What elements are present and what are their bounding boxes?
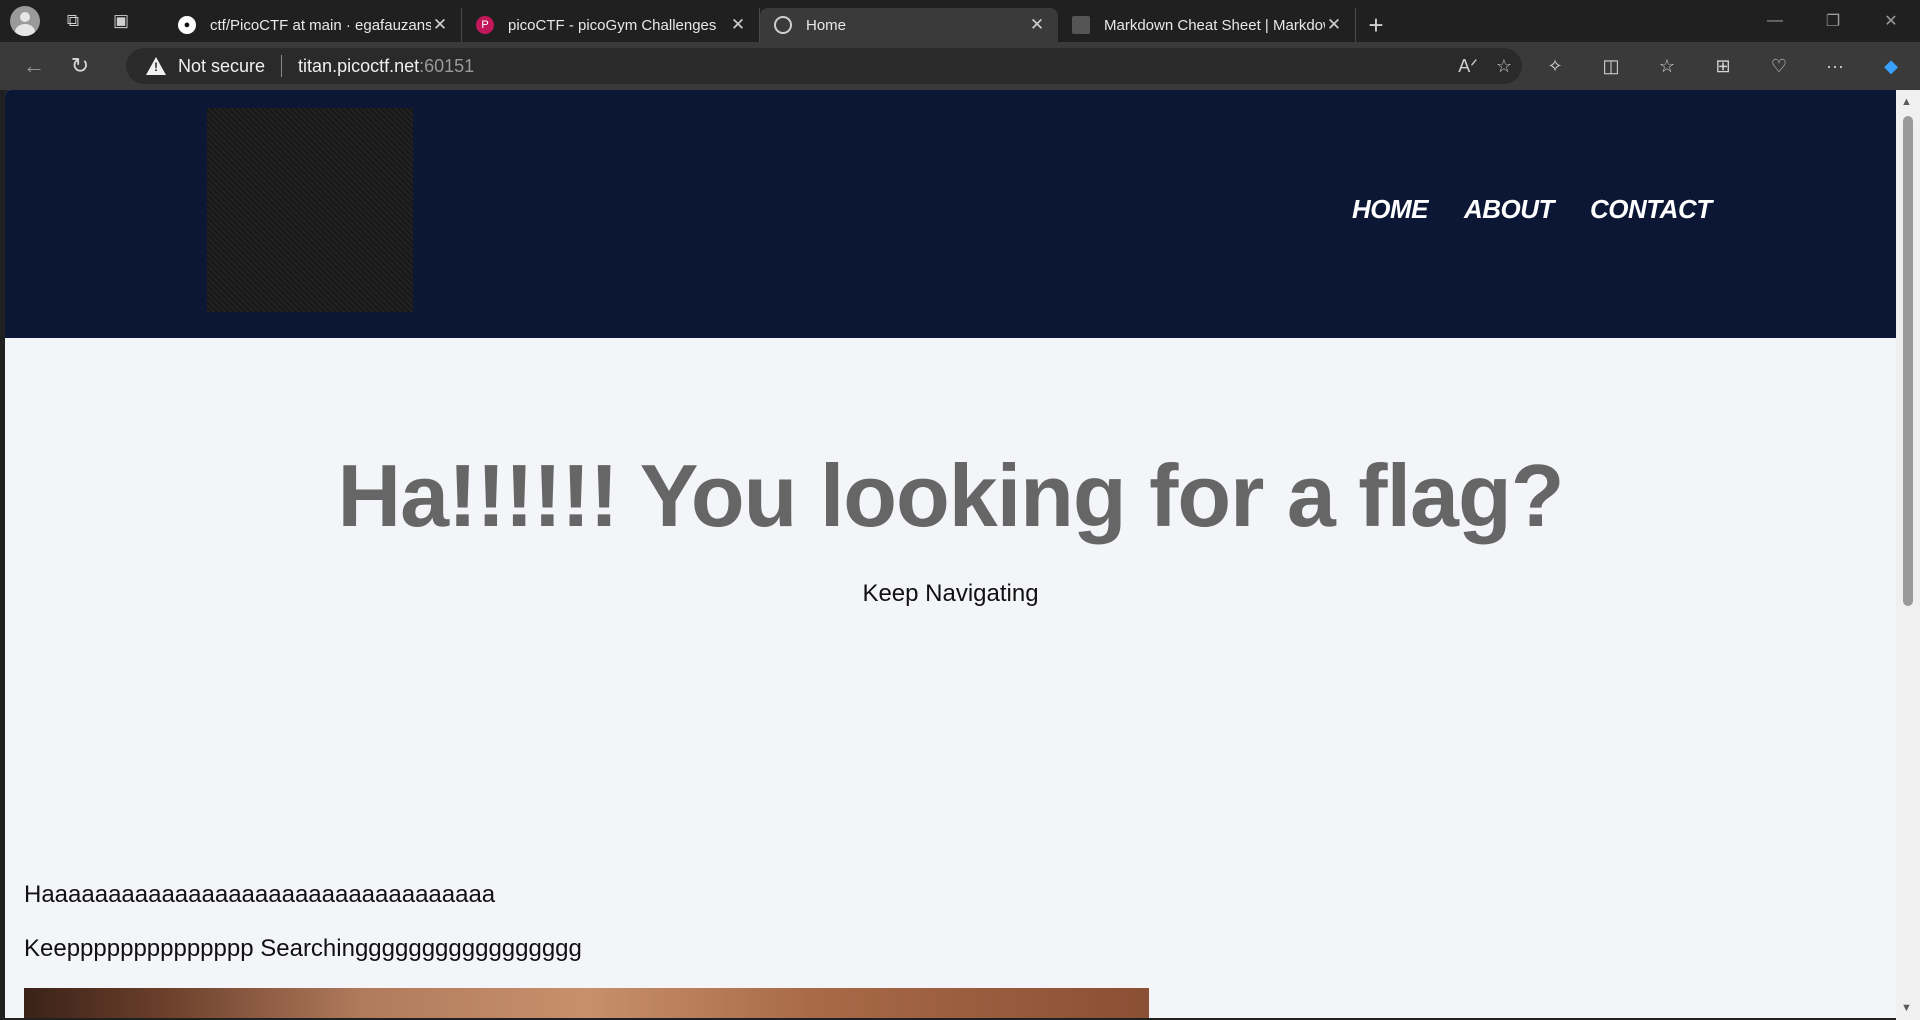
github-icon: ●: [178, 16, 196, 34]
refresh-icon[interactable]: ↻: [60, 46, 100, 86]
tab-title: Home: [806, 16, 847, 34]
tab-title: picoCTF - picoGym Challenges: [508, 16, 717, 34]
markdown-icon: [1072, 16, 1090, 34]
extensions-icon[interactable]: ✧: [1534, 45, 1576, 87]
url-host: titan.picoctf.net: [298, 55, 420, 76]
minimize-icon[interactable]: —: [1746, 0, 1804, 42]
read-aloud-icon[interactable]: Aᐟ: [1458, 56, 1478, 77]
copilot-icon[interactable]: ◆: [1870, 45, 1912, 87]
nav-about-link[interactable]: ABOUT: [1464, 194, 1554, 225]
tab-strip-left: ⧉ ▣: [0, 0, 164, 42]
page-viewport: HOME ABOUT CONTACT Ha!!!!!! You looking …: [5, 90, 1896, 1018]
site-nav: HOME ABOUT CONTACT: [1352, 194, 1712, 225]
back-arrow-icon[interactable]: ←: [14, 46, 54, 86]
hero-subtitle: Keep Navigating: [862, 580, 1039, 607]
close-window-icon[interactable]: ✕: [1862, 0, 1920, 42]
address-bar-actions: Aᐟ ☆: [1458, 48, 1512, 84]
vertical-scrollbar[interactable]: ▲ ▼: [1896, 90, 1920, 1020]
favorite-star-icon[interactable]: ☆: [1496, 56, 1512, 77]
new-tab-button[interactable]: +: [1356, 8, 1396, 42]
window-controls: — ❐ ✕: [1746, 0, 1920, 42]
favorites-icon[interactable]: ☆: [1646, 45, 1688, 87]
scroll-up-icon[interactable]: ▲: [1901, 96, 1912, 108]
tab-markdown[interactable]: Markdown Cheat Sheet | Markdow ✕: [1058, 8, 1356, 42]
more-options-icon[interactable]: ···: [1814, 45, 1856, 87]
tab-title: ctf/PicoCTF at main · egafauzans/: [210, 16, 431, 34]
hero-title: Ha!!!!!! You looking for a flag?: [337, 446, 1565, 545]
picoctf-icon: P: [476, 16, 494, 34]
tab-home[interactable]: Home ✕: [760, 8, 1058, 42]
collections-icon[interactable]: ⊞: [1702, 45, 1744, 87]
close-icon[interactable]: ✕: [1028, 15, 1046, 35]
profile-avatar[interactable]: [10, 6, 40, 36]
site-logo-image[interactable]: [207, 108, 413, 312]
body-text-line: Haaaaaaaaaaaaaaaaaaaaaaaaaaaaaaaaaa: [24, 881, 496, 908]
address-bar[interactable]: ! Not secure titan.picoctf.net:60151 Aᐟ …: [126, 48, 1522, 84]
tab-title: Markdown Cheat Sheet | Markdow: [1104, 16, 1325, 34]
warning-icon: !: [146, 57, 166, 75]
divider: [281, 55, 283, 77]
browser-essentials-icon[interactable]: ♡: [1758, 45, 1800, 87]
close-icon[interactable]: ✕: [431, 15, 449, 35]
portrait-photo: [24, 988, 1149, 1018]
site-header: HOME ABOUT CONTACT: [5, 90, 1896, 338]
close-icon[interactable]: ✕: [1325, 15, 1343, 35]
security-label[interactable]: Not secure: [178, 56, 265, 77]
close-icon[interactable]: ✕: [729, 15, 747, 35]
split-screen-icon[interactable]: ◫: [1590, 45, 1632, 87]
browser-toolbar: ← ↻ ! Not secure titan.picoctf.net:60151…: [0, 42, 1920, 90]
compass-icon: [774, 16, 792, 34]
restore-icon[interactable]: ❐: [1804, 0, 1862, 42]
tab-strip: ⧉ ▣ ● ctf/PicoCTF at main · egafauzans/ …: [0, 0, 1920, 42]
nav-home-link[interactable]: HOME: [1352, 194, 1429, 225]
body-text-line: Keepppppppppppppp Searchingggggggggggggg…: [24, 935, 582, 962]
tab-picoctf[interactable]: P picoCTF - picoGym Challenges ✕: [462, 8, 760, 42]
scroll-down-icon[interactable]: ▼: [1901, 1002, 1912, 1014]
scrollbar-thumb[interactable]: [1903, 116, 1913, 606]
nav-contact-link[interactable]: CONTACT: [1590, 194, 1712, 225]
toolbar-actions: ✧ ◫ ☆ ⊞ ♡ ··· ◆: [1534, 42, 1912, 90]
tab-github[interactable]: ● ctf/PicoCTF at main · egafauzans/ ✕: [164, 8, 462, 42]
workspaces-icon[interactable]: ⧉: [58, 6, 88, 36]
vertical-tabs-icon[interactable]: ▣: [106, 6, 136, 36]
url-port: :60151: [419, 55, 475, 76]
